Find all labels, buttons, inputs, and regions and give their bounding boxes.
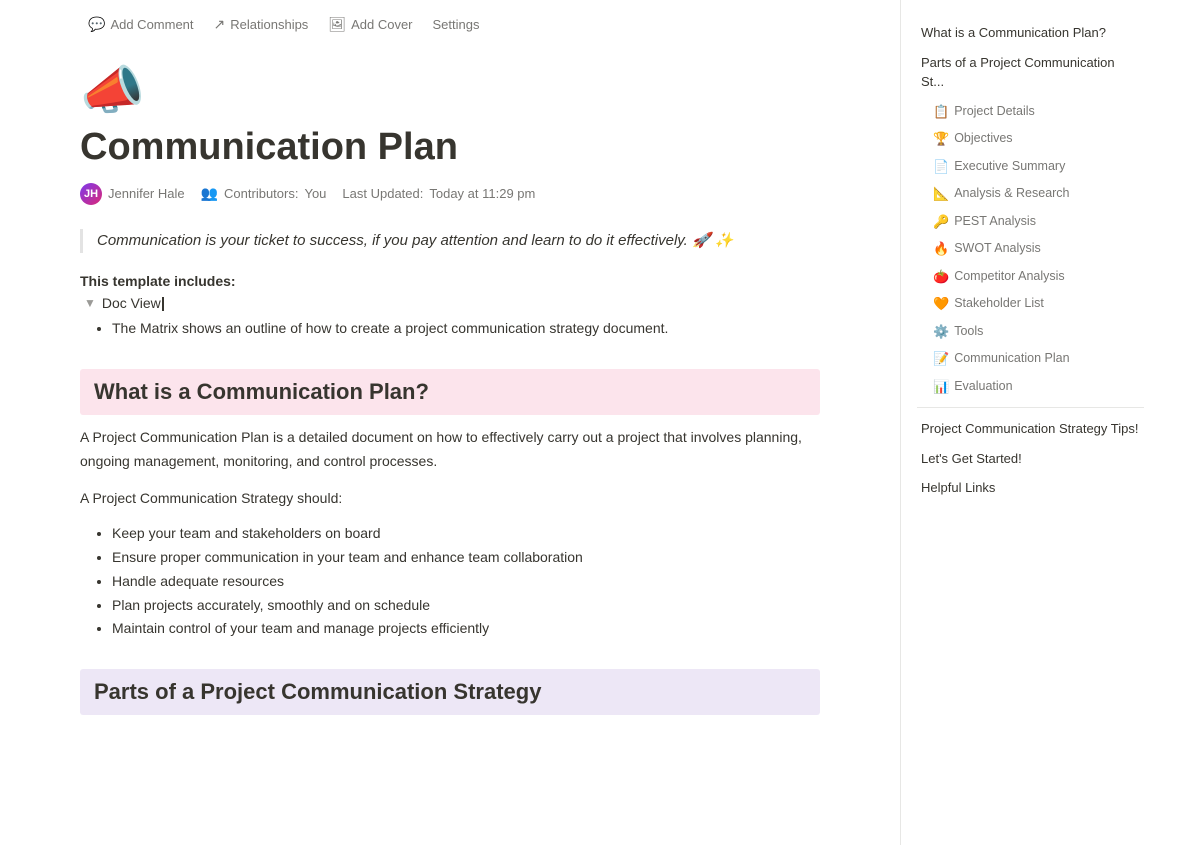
- list-item: Keep your team and stakeholders on board: [112, 522, 820, 546]
- quote-text: Communication is your ticket to success,…: [97, 232, 734, 249]
- pest-icon: 🔑: [933, 212, 949, 232]
- doc-view-label: Doc View: [102, 295, 164, 311]
- toc-project-details-label: Project Details: [954, 102, 1035, 121]
- toc-pest-link[interactable]: 🔑 PEST Analysis: [917, 209, 1144, 235]
- list-item: Handle adequate resources: [112, 570, 820, 594]
- page-title: Communication Plan: [80, 125, 820, 171]
- analysis-icon: 📐: [933, 184, 949, 204]
- toc-tips-link[interactable]: Project Communication Strategy Tips!: [917, 416, 1144, 442]
- comm-plan-icon: 📝: [933, 349, 949, 369]
- toolbar: 💬 Add Comment ↗ Relationships 🖼 Add Cove…: [80, 0, 820, 45]
- competitor-icon: 🍅: [933, 267, 949, 287]
- section-heading-what: What is a Communication Plan?: [80, 369, 820, 415]
- tools-icon: ⚙️: [933, 322, 949, 342]
- page-icon: 📣: [80, 65, 820, 117]
- toc-evaluation-link[interactable]: 📊 Evaluation: [917, 374, 1144, 400]
- template-bullet-list: The Matrix shows an outline of how to cr…: [80, 317, 820, 341]
- toc-swot-link[interactable]: 🔥 SWOT Analysis: [917, 236, 1144, 262]
- list-item: The Matrix shows an outline of how to cr…: [112, 317, 820, 341]
- avatar: JH: [80, 183, 102, 205]
- swot-icon: 🔥: [933, 239, 949, 259]
- toggle-arrow-icon: ▼: [84, 296, 96, 310]
- toc-objectives-label: Objectives: [954, 129, 1012, 148]
- image-icon: 🖼: [328, 16, 346, 33]
- toc-tools-link[interactable]: ⚙️ Tools: [917, 319, 1144, 345]
- toc-evaluation-label: Evaluation: [954, 377, 1012, 396]
- toc-competitor-link[interactable]: 🍅 Competitor Analysis: [917, 264, 1144, 290]
- toc-tools-label: Tools: [954, 322, 983, 341]
- settings-button[interactable]: Settings: [425, 13, 488, 36]
- project-details-icon: 📋: [933, 102, 949, 122]
- toc-links-link[interactable]: Helpful Links: [917, 475, 1144, 501]
- last-updated-meta: Last Updated: Today at 11:29 pm: [342, 186, 535, 201]
- page-meta: JH Jennifer Hale 👥 Contributors: You Las…: [80, 183, 820, 205]
- quote-block: Communication is your ticket to success,…: [80, 229, 820, 253]
- stakeholder-icon: 🧡: [933, 294, 949, 314]
- exec-summary-icon: 📄: [933, 157, 949, 177]
- toc-pest-label: PEST Analysis: [954, 212, 1036, 231]
- contributors-icon: 👥: [201, 185, 218, 202]
- comment-icon: 💬: [88, 16, 105, 33]
- add-cover-label: Add Cover: [351, 17, 412, 32]
- toc-exec-summary-label: Executive Summary: [954, 157, 1065, 176]
- section1-should-label: A Project Communication Strategy should:: [80, 486, 820, 511]
- toc-comm-plan-link[interactable]: 📝 Communication Plan: [917, 346, 1144, 372]
- add-comment-label: Add Comment: [110, 17, 193, 32]
- right-sidebar: What is a Communication Plan? Parts of a…: [900, 0, 1160, 845]
- toc-analysis-link[interactable]: 📐 Analysis & Research: [917, 181, 1144, 207]
- settings-label: Settings: [433, 17, 480, 32]
- add-cover-button[interactable]: 🖼 Add Cover: [320, 12, 420, 37]
- toc-project-details-link[interactable]: 📋 Project Details: [917, 99, 1144, 125]
- last-updated-label: Last Updated:: [342, 186, 423, 201]
- list-item: Ensure proper communication in your team…: [112, 546, 820, 570]
- toc-exec-summary-link[interactable]: 📄 Executive Summary: [917, 154, 1144, 180]
- toc-started-link[interactable]: Let's Get Started!: [917, 446, 1144, 472]
- toc-what-link[interactable]: What is a Communication Plan?: [917, 20, 1144, 46]
- template-section: This template includes: ▼ Doc View The M…: [80, 273, 820, 341]
- main-content: 💬 Add Comment ↗ Relationships 🖼 Add Cove…: [0, 0, 900, 845]
- author-meta: JH Jennifer Hale: [80, 183, 185, 205]
- relationships-icon: ↗: [214, 16, 226, 33]
- toc-competitor-label: Competitor Analysis: [954, 267, 1064, 286]
- contributors-label: Contributors:: [224, 186, 298, 201]
- template-label: This template includes:: [80, 273, 820, 289]
- toc-parts-link[interactable]: Parts of a Project Communication St...: [917, 50, 1144, 95]
- relationships-button[interactable]: ↗ Relationships: [206, 12, 317, 37]
- last-updated-value: Today at 11:29 pm: [429, 186, 535, 201]
- toc-stakeholder-label: Stakeholder List: [954, 294, 1044, 313]
- objectives-icon: 🏆: [933, 129, 949, 149]
- section1-para1: A Project Communication Plan is a detail…: [80, 425, 820, 474]
- toc-objectives-link[interactable]: 🏆 Objectives: [917, 126, 1144, 152]
- toc-analysis-label: Analysis & Research: [954, 184, 1069, 203]
- relationships-label: Relationships: [230, 17, 308, 32]
- section1-bullets: Keep your team and stakeholders on board…: [80, 522, 820, 641]
- toc-comm-plan-label: Communication Plan: [954, 349, 1069, 368]
- toc-stakeholder-link[interactable]: 🧡 Stakeholder List: [917, 291, 1144, 317]
- list-item: Maintain control of your team and manage…: [112, 617, 820, 641]
- contributors-meta: 👥 Contributors: You: [201, 185, 327, 202]
- evaluation-icon: 📊: [933, 377, 949, 397]
- toggle-row: ▼ Doc View: [84, 295, 820, 311]
- add-comment-button[interactable]: 💬 Add Comment: [80, 12, 202, 37]
- list-item: Plan projects accurately, smoothly and o…: [112, 594, 820, 618]
- contributors-value: You: [304, 186, 326, 201]
- section-heading-parts: Parts of a Project Communication Strateg…: [80, 669, 820, 715]
- author-name: Jennifer Hale: [108, 186, 185, 201]
- toc-divider: [917, 407, 1144, 408]
- toc-swot-label: SWOT Analysis: [954, 239, 1041, 258]
